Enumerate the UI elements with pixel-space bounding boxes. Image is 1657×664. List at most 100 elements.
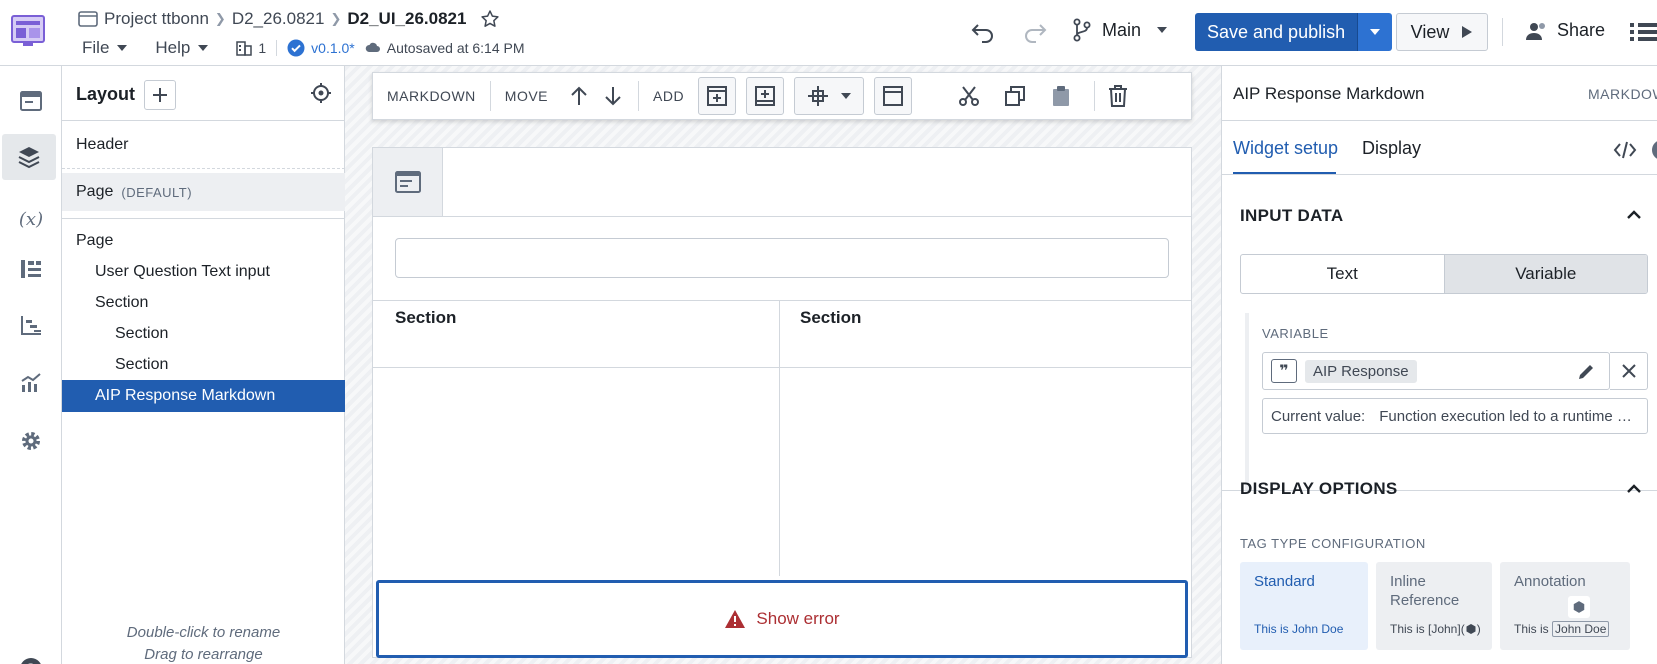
toolbar-move-label: MOVE (504, 88, 549, 104)
browser-window-icon (394, 170, 422, 194)
layout-item-page-default[interactable]: Page (DEFAULT) (62, 173, 345, 211)
variable-selector[interactable]: ❞ AIP Response (1262, 352, 1610, 390)
indent-bar (1245, 313, 1249, 493)
show-error-link[interactable]: Show error (756, 609, 839, 629)
tree-item-section-child[interactable]: Section (62, 350, 345, 380)
tree-item-label: AIP Response Markdown (95, 387, 276, 404)
tag-type-example: This is (1514, 622, 1549, 636)
autosave-label: Autosaved at 6:14 PM (386, 40, 525, 56)
version-badge[interactable]: v0.1.0* (287, 39, 355, 57)
cube-icon (1568, 596, 1590, 618)
layout-item-header[interactable]: Header (62, 128, 345, 162)
layout-item-label: Page (76, 183, 114, 200)
breadcrumb-current[interactable]: D2_UI_26.0821 (347, 9, 466, 29)
widget-title: AIP Response Markdown (1233, 84, 1425, 103)
arrow-down-icon[interactable] (596, 77, 630, 115)
arrow-up-icon[interactable] (562, 77, 596, 115)
tag-type-inline-reference[interactable]: Inline Reference This is [John]( ) (1376, 562, 1492, 650)
info-icon[interactable] (1652, 140, 1657, 160)
help-menu[interactable]: Help (155, 38, 209, 58)
org-indicator[interactable]: 1 (236, 40, 266, 56)
tab-display[interactable]: Display (1362, 138, 1421, 159)
tree-item-label: Section (115, 325, 169, 342)
add-below-button[interactable] (746, 77, 785, 115)
add-around-dropdown[interactable] (794, 77, 865, 115)
quote-icon: ❞ (1271, 359, 1297, 383)
add-section-button[interactable] (874, 77, 913, 115)
rename-hint: Double-click to rename (126, 624, 281, 641)
code-icon[interactable] (1613, 140, 1637, 160)
tag-type-name: Annotation (1514, 573, 1586, 590)
scissors-icon[interactable] (952, 77, 986, 115)
tree-item-section-child[interactable]: Section (62, 319, 345, 349)
building-icon (236, 40, 253, 56)
caret-down-icon (117, 45, 128, 51)
variable-chip: AIP Response (1305, 359, 1417, 383)
tree-item-label: User Question Text input (95, 263, 270, 280)
play-icon (1461, 25, 1473, 39)
user-question-text-input[interactable] (395, 238, 1169, 278)
gear-icon[interactable] (0, 418, 62, 464)
tab-widget-setup[interactable]: Widget setup (1233, 138, 1338, 159)
list-view-icon[interactable] (1628, 20, 1657, 44)
variables-icon[interactable]: (x) (0, 196, 62, 242)
warning-icon (724, 609, 746, 629)
save-and-publish-label[interactable]: Save and publish (1195, 13, 1359, 51)
divider (373, 300, 1191, 301)
widget-type-tag: MARKDOWN (1588, 86, 1657, 102)
clipboard-icon[interactable] (1044, 77, 1078, 115)
view-label: View (1410, 21, 1450, 42)
star-icon[interactable] (480, 9, 500, 29)
display-options-heading-text[interactable]: DISPLAY OPTIONS (1240, 479, 1398, 499)
tree-item-aip-response-markdown[interactable]: AIP Response Markdown (62, 380, 345, 412)
layout-panel-title: Layout (76, 84, 136, 104)
tree-item-page[interactable]: Page (62, 226, 345, 256)
undo-icon[interactable] (970, 20, 996, 44)
file-menu[interactable]: File (82, 38, 128, 58)
save-options-dropdown[interactable] (1358, 13, 1393, 51)
pencil-icon[interactable] (1576, 362, 1596, 382)
share-button[interactable]: Share (1525, 20, 1605, 41)
tag-type-standard[interactable]: Standard This is John Doe (1240, 562, 1368, 650)
autosave-status: Autosaved at 6:14 PM (365, 40, 525, 56)
chevron-up-icon[interactable] (1626, 208, 1642, 220)
tree-item-user-question[interactable]: User Question Text input (62, 257, 345, 287)
chevron-up-icon[interactable] (1626, 482, 1642, 494)
cloud-icon (365, 41, 381, 55)
divider (373, 367, 1191, 368)
breadcrumb-separator-icon: ❯ (214, 11, 226, 26)
tag-type-example-row: This is [John]( ) (1390, 622, 1481, 636)
help-icon[interactable]: ? (0, 646, 62, 664)
aip-response-markdown-widget[interactable]: Show error (376, 580, 1188, 658)
header-widget-tab[interactable] (373, 148, 443, 216)
view-button[interactable]: View (1396, 13, 1488, 51)
cube-icon (1465, 623, 1477, 635)
layers-icon[interactable] (2, 134, 56, 180)
mode-text-button[interactable]: Text (1241, 255, 1444, 293)
browser-window-icon[interactable] (0, 78, 62, 124)
trash-icon[interactable] (1101, 77, 1135, 115)
save-and-publish-button[interactable]: Save and publish (1195, 13, 1393, 51)
redo-icon[interactable] (1022, 20, 1048, 44)
add-widget-button[interactable] (144, 80, 176, 110)
branch-selector[interactable]: Main (1072, 18, 1168, 42)
locate-target-icon[interactable] (310, 82, 332, 104)
tag-type-annotation[interactable]: Annotation This is John Doe (1500, 562, 1630, 650)
layout-settings-icon[interactable] (0, 246, 62, 292)
drag-hint: Drag to rearrange (144, 646, 263, 663)
breadcrumb-project[interactable]: Project ttbonn (104, 9, 209, 29)
breadcrumb-folder[interactable]: D2_26.0821 (232, 9, 325, 29)
tree-item-section[interactable]: Section (62, 288, 345, 318)
tag-type-label: TAG TYPE CONFIGURATION (1240, 536, 1426, 551)
chart-icon[interactable] (0, 360, 62, 406)
divider (62, 120, 345, 121)
clear-variable-button[interactable] (1610, 352, 1648, 390)
section-header-right: Section (800, 308, 862, 327)
app-logo-icon[interactable] (8, 14, 48, 48)
hierarchy-icon[interactable] (0, 302, 62, 348)
caret-down-icon (1157, 27, 1168, 33)
duplicate-icon[interactable] (998, 77, 1032, 115)
mode-variable-button[interactable]: Variable (1443, 255, 1647, 293)
input-data-heading[interactable]: INPUT DATA (1240, 206, 1343, 226)
add-above-button[interactable] (698, 77, 737, 115)
